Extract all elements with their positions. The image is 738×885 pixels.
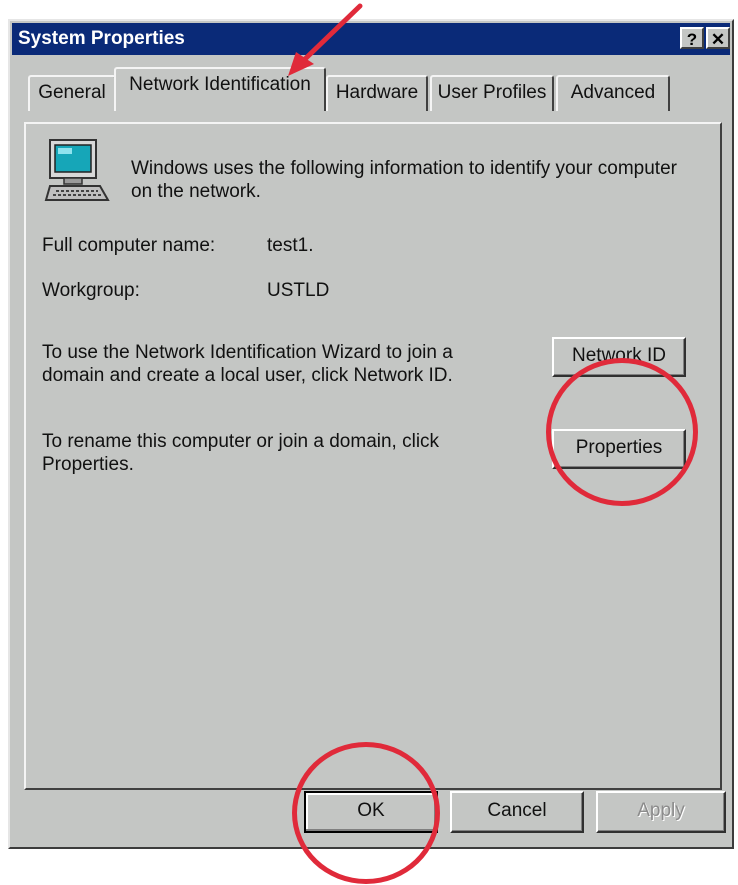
full-computer-name-value: test1.: [267, 235, 314, 256]
system-properties-dialog: System Properties ? ✕ General Network Id…: [8, 19, 734, 849]
rename-text-line2: Properties.: [42, 454, 134, 475]
computer-icon: [44, 139, 110, 201]
cancel-button[interactable]: Cancel: [450, 791, 584, 833]
tab-network-identification[interactable]: Network Identification: [114, 67, 326, 111]
workgroup-value: USTLD: [267, 280, 330, 301]
intro-text-line1: Windows uses the following information t…: [131, 158, 677, 179]
network-id-button[interactable]: Network ID: [552, 337, 686, 377]
wizard-text-line2: domain and create a local user, click Ne…: [42, 365, 453, 386]
window-title: System Properties: [18, 28, 185, 49]
title-bar[interactable]: System Properties ? ✕: [12, 23, 730, 55]
wizard-text-line1: To use the Network Identification Wizard…: [42, 342, 453, 363]
apply-button[interactable]: Apply: [596, 791, 726, 833]
tab-advanced[interactable]: Advanced: [556, 75, 670, 111]
ok-button[interactable]: OK: [304, 791, 438, 833]
help-button[interactable]: ?: [680, 27, 704, 49]
tab-hardware[interactable]: Hardware: [326, 75, 428, 111]
intro-text-line2: on the network.: [131, 181, 261, 202]
close-button[interactable]: ✕: [706, 27, 730, 49]
tab-user-profiles[interactable]: User Profiles: [430, 75, 554, 111]
rename-text-line1: To rename this computer or join a domain…: [42, 431, 440, 452]
workgroup-label: Workgroup:: [42, 280, 140, 301]
properties-button[interactable]: Properties: [552, 429, 686, 469]
tab-general[interactable]: General: [28, 75, 116, 111]
full-computer-name-label: Full computer name:: [42, 235, 216, 256]
network-identification-panel: Windows uses the following information t…: [24, 122, 722, 790]
